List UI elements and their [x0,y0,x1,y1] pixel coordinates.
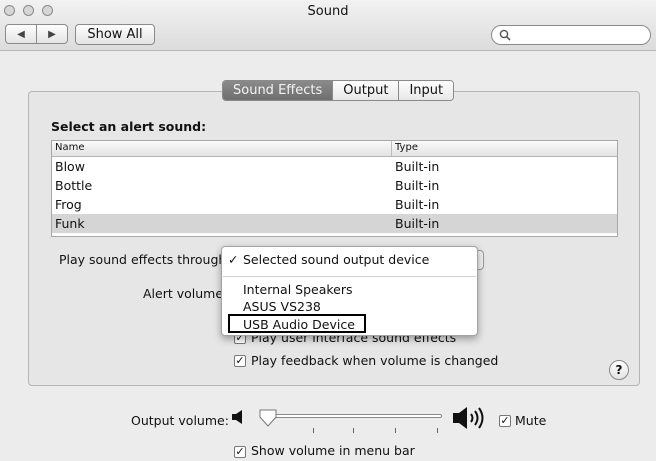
row-type: Built-in [395,216,440,231]
menu-item-label: Internal Speakers [243,282,353,297]
output-device-menu: ✓ Selected sound output device Internal … [221,246,478,336]
menu-item-label: USB Audio Device [243,317,355,332]
search-input[interactable] [491,25,651,45]
slider-tick [353,428,354,433]
show-all-button[interactable]: Show All [75,24,155,45]
checkmark-icon: ✓ [228,252,239,267]
table-row-selected[interactable]: Funk Built-in [52,214,617,233]
slider-tick [437,428,438,433]
search-icon [499,29,511,41]
row-type: Built-in [395,178,440,193]
column-divider [391,141,392,156]
forward-arrow-icon: ▶ [48,28,56,40]
column-header-name[interactable]: Name [55,142,85,153]
tab-bar: Sound Effects Output Input [222,80,455,101]
menu-item-label: ASUS VS238 [243,299,321,314]
feedback-label: Play feedback when volume is changed [251,353,499,368]
show-volume-checkbox[interactable]: ✓ [234,446,246,458]
speaker-loud-icon [453,407,484,429]
row-type: Built-in [395,159,440,174]
output-volume-thumb[interactable] [258,408,278,428]
table-header: Name Type [52,141,617,157]
row-name: Blow [55,159,85,174]
tab-sound-effects[interactable]: Sound Effects [223,81,333,100]
help-button[interactable]: ? [609,360,629,380]
nav-back-forward: ◀ ▶ [5,24,68,44]
back-arrow-icon: ◀ [17,28,25,40]
output-volume-track[interactable] [262,414,442,418]
back-button[interactable]: ◀ [6,25,36,43]
row-name: Funk [55,216,85,231]
row-type: Built-in [395,197,440,212]
mute-label: Mute [515,413,547,428]
table-row[interactable]: Bottle Built-in [52,176,617,195]
alert-sound-heading: Select an alert sound: [51,119,207,134]
table-row[interactable]: Frog Built-in [52,195,617,214]
window-title: Sound [307,4,349,19]
menu-item-label: Selected sound output device [243,252,430,267]
play-through-label: Play sound effects through [59,252,227,267]
alert-sound-table[interactable]: Name Type Blow Built-in Bottle Built-in … [51,140,618,237]
table-row[interactable]: Blow Built-in [52,157,617,176]
tab-output[interactable]: Output [332,81,399,100]
menu-separator [223,276,476,277]
forward-button[interactable]: ▶ [36,25,67,43]
feedback-checkbox[interactable]: ✓ [234,355,246,367]
row-name: Bottle [55,178,93,193]
row-name: Frog [55,197,82,212]
column-header-type[interactable]: Type [395,142,418,153]
speaker-quiet-icon [232,410,242,424]
slider-tick [395,428,396,433]
output-volume-label: Output volume: [131,413,229,428]
mute-checkbox[interactable]: ✓ [499,415,511,427]
slider-tick [313,428,314,433]
show-volume-label: Show volume in menu bar [251,443,415,458]
alert-volume-label: Alert volume [143,286,224,301]
tab-input[interactable]: Input [398,81,454,100]
